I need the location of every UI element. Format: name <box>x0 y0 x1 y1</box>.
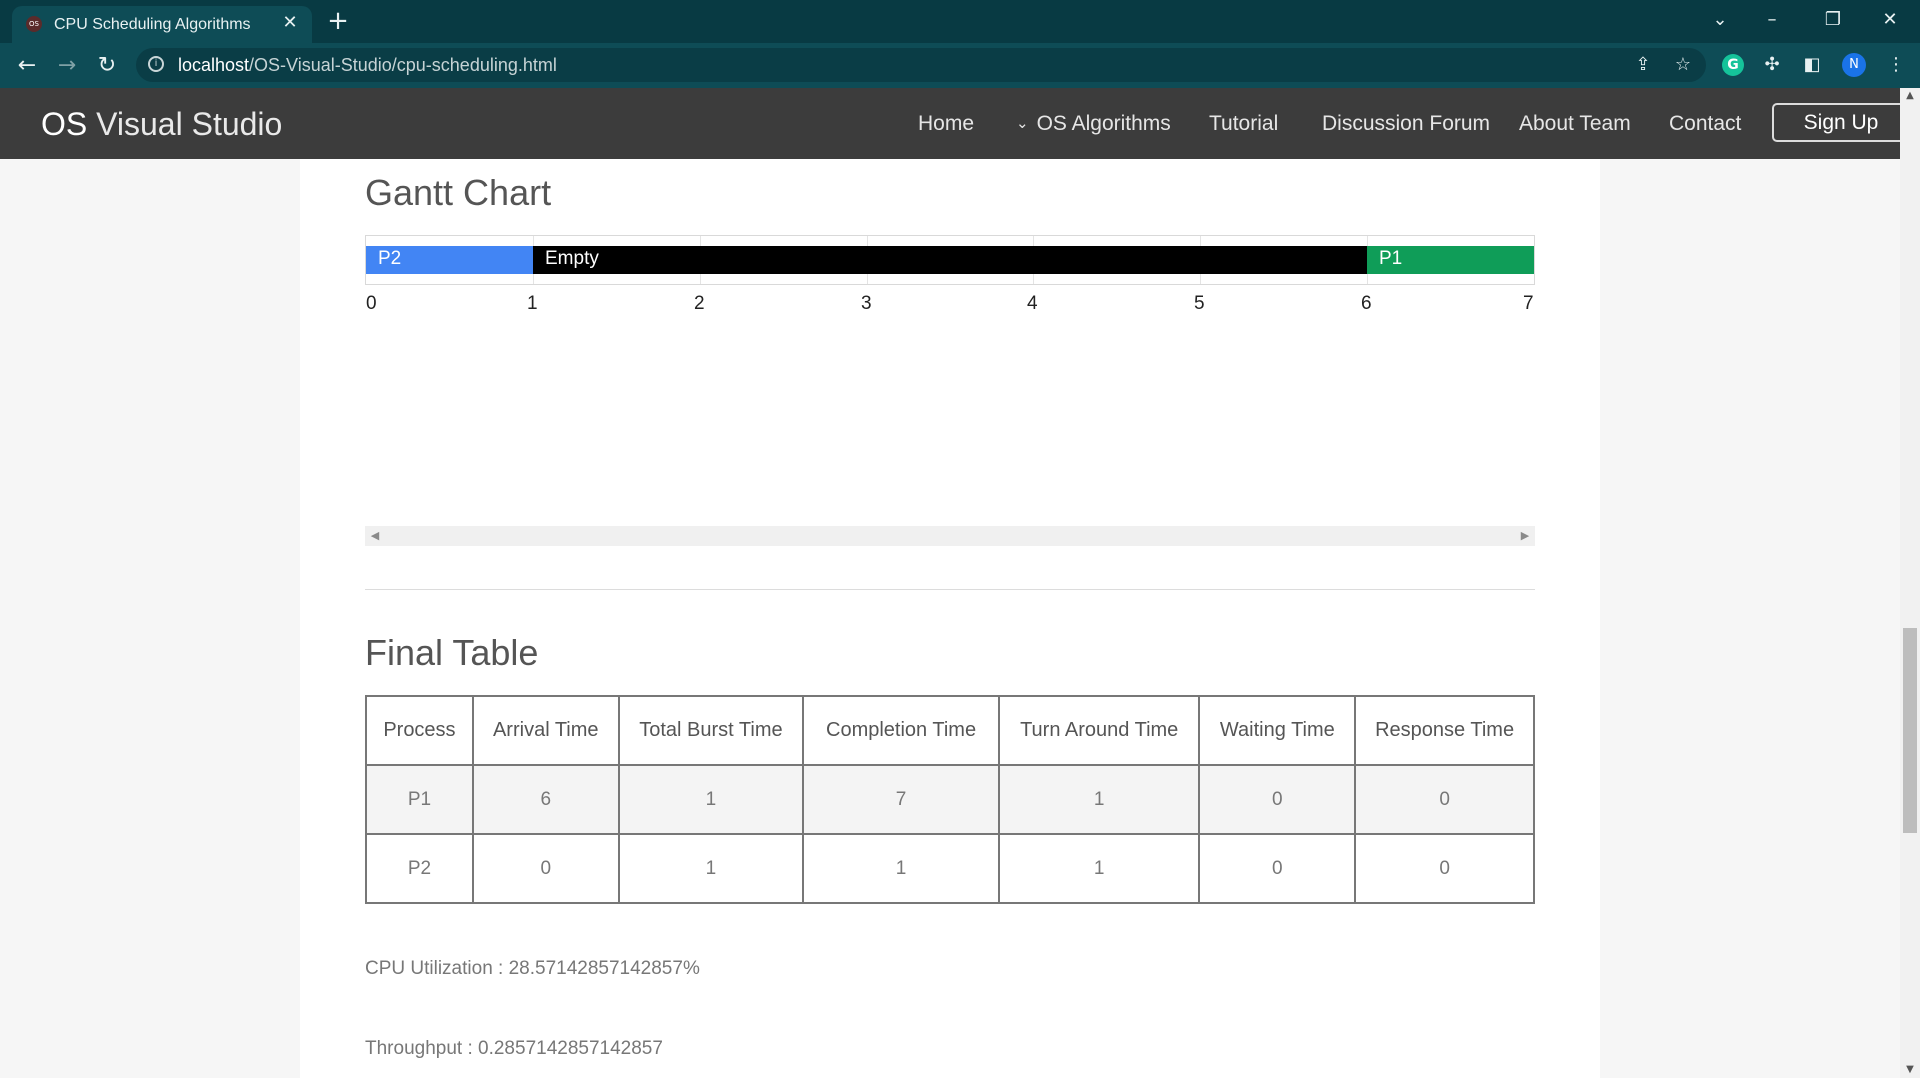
gantt-tick-label: 0 <box>366 293 377 314</box>
tab-search-icon[interactable]: ⌄ <box>1700 4 1740 36</box>
reload-icon[interactable]: ↻ <box>92 51 122 81</box>
header-total-burst-time: Total Burst Time <box>617 695 805 766</box>
table-cell: 1 <box>997 764 1201 835</box>
url-text[interactable]: localhost/OS-Visual-Studio/cpu-schedulin… <box>178 55 557 76</box>
back-icon[interactable]: ← <box>12 51 42 81</box>
brand-logo[interactable]: OS Visual Studio <box>41 106 282 143</box>
table-cell: 0 <box>1198 764 1357 835</box>
sign-up-button[interactable]: Sign Up <box>1772 103 1910 142</box>
browser-tab-strip: OS CPU Scheduling Algorithms ✕ + ⌄ – ❐ ✕ <box>0 0 1920 43</box>
profile-avatar[interactable]: N <box>1842 53 1866 77</box>
chevron-down-icon: ⌄ <box>1016 114 1029 132</box>
table-cell: 1 <box>617 764 805 835</box>
table-cell: 1 <box>997 833 1201 904</box>
gantt-block-label: Empty <box>545 248 599 269</box>
gantt-block-label: P1 <box>1379 248 1403 269</box>
table-cell: P1 <box>365 764 474 835</box>
brand-rest: Visual Studio <box>87 106 283 142</box>
close-window-icon[interactable]: ✕ <box>1870 4 1910 36</box>
site-info-icon[interactable]: i <box>148 56 164 72</box>
browser-menu-icon[interactable]: ⋮ <box>1882 51 1910 79</box>
nav-link-os-algorithms[interactable]: ⌄ OS Algorithms <box>1016 112 1171 136</box>
scroll-left-icon[interactable]: ◀ <box>365 526 385 546</box>
tab-title: CPU Scheduling Algorithms <box>54 16 251 33</box>
browser-toolbar: ← → ↻ i localhost/OS-Visual-Studio/cpu-s… <box>0 43 1920 88</box>
scroll-up-icon[interactable]: ▲ <box>1900 88 1920 104</box>
header-process: Process <box>365 695 474 766</box>
table-row: P1 6 1 7 1 0 0 <box>365 764 1535 835</box>
nav-link-home[interactable]: Home <box>918 112 974 136</box>
table-header-row: Process Arrival Time Total Burst Time Co… <box>365 695 1535 766</box>
header-completion-time: Completion Time <box>802 695 1000 766</box>
page-vertical-scrollbar[interactable]: ▲ ▼ <box>1900 88 1920 1078</box>
gantt-chart-heading: Gantt Chart <box>365 172 552 213</box>
side-panel-icon[interactable]: ◧ <box>1798 51 1826 79</box>
minimize-icon[interactable]: – <box>1752 4 1792 36</box>
table-cell: 1 <box>802 833 1000 904</box>
gantt-tick-label: 1 <box>527 293 538 314</box>
header-response-time: Response Time <box>1354 695 1535 766</box>
address-bar[interactable]: i localhost/OS-Visual-Studio/cpu-schedul… <box>136 48 1706 82</box>
gantt-tick-label: 3 <box>861 293 872 314</box>
extensions-puzzle-icon[interactable]: ✣ <box>1758 51 1786 79</box>
table-cell: 7 <box>802 764 1000 835</box>
nav-link-discussion-forum[interactable]: Discussion Forum <box>1322 112 1490 136</box>
section-divider <box>365 589 1535 590</box>
nav-link-contact[interactable]: Contact <box>1669 112 1741 136</box>
gantt-horizontal-scrollbar[interactable]: ◀ ▶ <box>365 526 1535 546</box>
final-table: Process Arrival Time Total Burst Time Co… <box>365 695 1535 904</box>
header-turn-around-time: Turn Around Time <box>997 695 1201 766</box>
gantt-tick-label: 2 <box>694 293 705 314</box>
table-cell: 0 <box>471 833 620 904</box>
site-navbar: OS Visual Studio Home ⌄ OS Algorithms Tut… <box>0 88 1910 159</box>
gantt-tick-label: 4 <box>1027 293 1038 314</box>
scrollbar-thumb[interactable] <box>1903 628 1917 833</box>
table-cell: 0 <box>1354 833 1535 904</box>
new-tab-icon[interactable]: + <box>324 8 352 36</box>
throughput-text: Throughput : 0.2857142857142857 <box>365 1038 663 1059</box>
favicon-icon: OS <box>26 16 42 32</box>
brand-strong: OS <box>41 106 88 142</box>
share-icon[interactable]: ⇪ <box>1630 52 1656 78</box>
nav-link-about-team[interactable]: About Team <box>1519 112 1631 136</box>
close-tab-icon[interactable]: ✕ <box>278 11 302 35</box>
forward-icon[interactable]: → <box>52 51 82 81</box>
table-cell: 1 <box>617 833 805 904</box>
bookmark-star-icon[interactable]: ☆ <box>1670 52 1696 78</box>
gantt-block-label: P2 <box>378 248 402 269</box>
grammarly-extension-icon[interactable]: G <box>1722 54 1744 76</box>
table-cell: 0 <box>1198 833 1357 904</box>
header-arrival-time: Arrival Time <box>471 695 620 766</box>
browser-tab[interactable]: OS CPU Scheduling Algorithms ✕ <box>12 6 312 43</box>
gantt-tick-label: 7 <box>1523 293 1534 314</box>
scroll-down-icon[interactable]: ▼ <box>1900 1062 1920 1078</box>
gantt-block-p1: P1 <box>1367 246 1534 274</box>
nav-link-tutorial[interactable]: Tutorial <box>1209 112 1278 136</box>
gantt-chart: P2 Empty P1 <box>365 235 1535 285</box>
scroll-right-icon[interactable]: ▶ <box>1515 526 1535 546</box>
gantt-block-empty: Empty <box>533 246 1367 274</box>
gantt-tick-label: 5 <box>1194 293 1205 314</box>
cpu-utilization-text: CPU Utilization : 28.57142857142857% <box>365 958 700 979</box>
url-path: /OS-Visual-Studio/cpu-scheduling.html <box>249 55 557 75</box>
table-cell: 0 <box>1354 764 1535 835</box>
gantt-block-p2: P2 <box>366 246 533 274</box>
header-waiting-time: Waiting Time <box>1198 695 1357 766</box>
content-column <box>300 159 1600 1078</box>
table-cell: P2 <box>365 833 474 904</box>
table-cell: 6 <box>471 764 620 835</box>
nav-link-os-algorithms-label: OS Algorithms <box>1036 112 1171 135</box>
final-table-heading: Final Table <box>365 632 539 673</box>
url-host: localhost <box>178 55 250 75</box>
table-row: P2 0 1 1 1 0 0 <box>365 833 1535 904</box>
restore-icon[interactable]: ❐ <box>1813 4 1853 36</box>
gantt-tick-label: 6 <box>1361 293 1372 314</box>
